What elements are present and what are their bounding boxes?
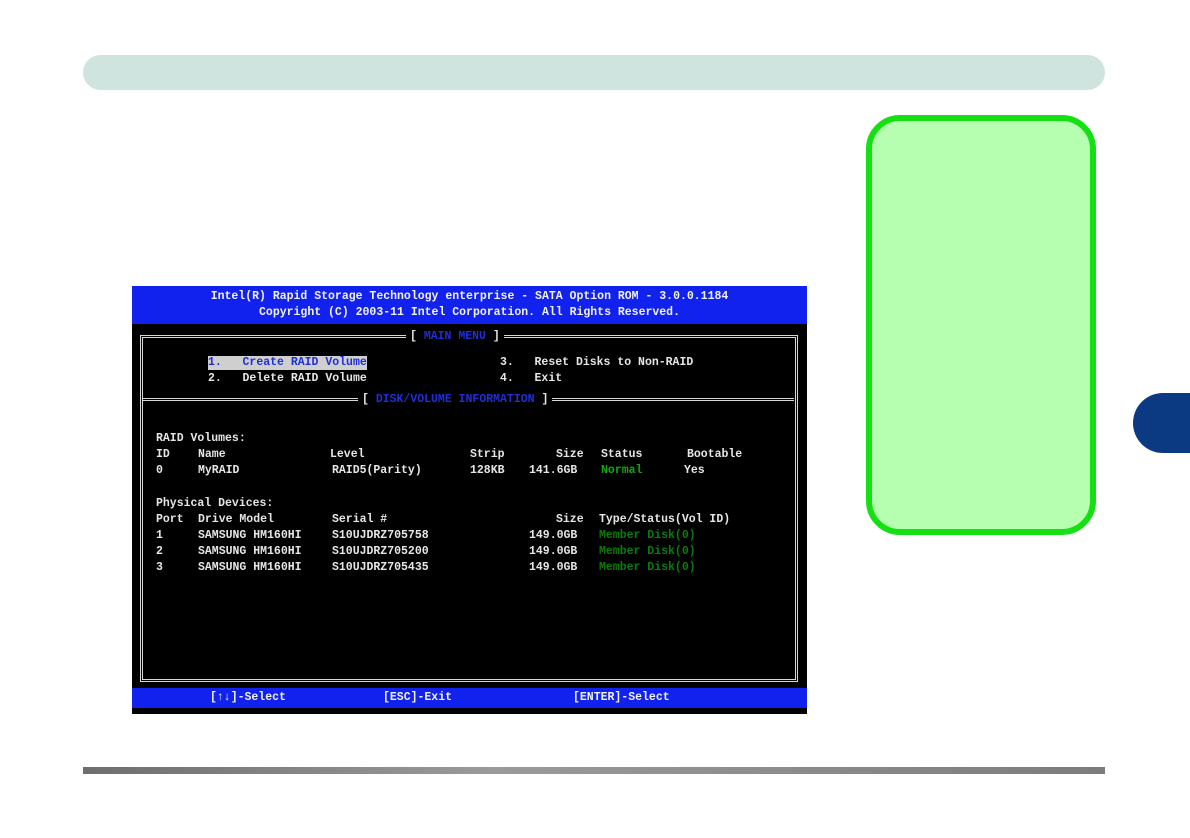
disk-volume-info-title: [ DISK/VOLUME INFORMATION ]	[358, 393, 553, 406]
menu-item-delete-raid-volume[interactable]: 2. Delete RAID Volume	[208, 372, 367, 386]
menu-item-exit[interactable]: 4. Exit	[500, 372, 562, 386]
col-header-bootable: Bootable	[687, 448, 743, 461]
col-header-strip: Strip	[470, 448, 505, 461]
bios-screen: Intel(R) Rapid Storage Technology enterp…	[132, 286, 807, 714]
chapter-tab	[1133, 393, 1190, 453]
help-exit: [ESC]-Exit	[383, 691, 453, 704]
col-header-type-status: Type/Status(Vol ID)	[599, 513, 731, 526]
help-select: [↑↓]-Select	[210, 691, 286, 704]
device-serial: S10UJDRZ705200	[332, 545, 429, 558]
device-size: 149.0GB	[529, 529, 578, 542]
bios-help-bar: [↑↓]-Select [ESC]-Exit [ENTER]-Select	[132, 688, 807, 708]
device-port: 2	[156, 545, 163, 558]
bios-copyright: Copyright (C) 2003-11 Intel Corporation.…	[259, 306, 680, 319]
col-header-serial: Serial #	[332, 513, 388, 526]
device-serial: S10UJDRZ705435	[332, 561, 429, 574]
help-enter: [ENTER]-Select	[573, 691, 670, 704]
col-header-device-size: Size	[556, 513, 584, 526]
device-model: SAMSUNG HM160HI	[198, 561, 302, 574]
side-note-box	[866, 115, 1096, 535]
menu-item-create-raid-volume[interactable]: 1. Create RAID Volume	[208, 356, 367, 370]
device-model: SAMSUNG HM160HI	[198, 545, 302, 558]
volume-strip: 128KB	[470, 464, 505, 477]
main-menu-title: [ MAIN MENU ]	[406, 330, 504, 343]
device-status: Member Disk(0)	[599, 561, 696, 574]
col-header-name: Name	[198, 448, 226, 461]
device-status: Member Disk(0)	[599, 529, 696, 542]
col-header-id: ID	[156, 448, 170, 461]
col-header-size: Size	[556, 448, 584, 461]
col-header-drive-model: Drive Model	[198, 513, 274, 526]
col-header-port: Port	[156, 513, 184, 526]
volume-name: MyRAID	[198, 464, 240, 477]
device-size: 149.0GB	[529, 561, 578, 574]
device-size: 149.0GB	[529, 545, 578, 558]
col-header-status: Status	[601, 448, 643, 461]
col-header-level: Level	[330, 448, 365, 461]
volume-id: 0	[156, 464, 163, 477]
bios-title: Intel(R) Rapid Storage Technology enterp…	[210, 290, 729, 303]
volume-size: 141.6GB	[529, 464, 578, 477]
menu-item-reset-disks[interactable]: 3. Reset Disks to Non-RAID	[500, 356, 693, 370]
footer-rule	[83, 767, 1105, 774]
volume-bootable: Yes	[684, 464, 705, 477]
device-status: Member Disk(0)	[599, 545, 696, 558]
device-model: SAMSUNG HM160HI	[198, 529, 302, 542]
device-serial: S10UJDRZ705758	[332, 529, 429, 542]
device-port: 3	[156, 561, 163, 574]
raid-volumes-label: RAID Volumes:	[156, 432, 246, 445]
physical-devices-label: Physical Devices:	[156, 497, 274, 510]
volume-level: RAID5(Parity)	[332, 464, 422, 477]
device-port: 1	[156, 529, 163, 542]
volume-status: Normal	[601, 464, 643, 477]
bios-title-bar: Intel(R) Rapid Storage Technology enterp…	[132, 286, 807, 324]
page-header-bar	[83, 55, 1105, 90]
